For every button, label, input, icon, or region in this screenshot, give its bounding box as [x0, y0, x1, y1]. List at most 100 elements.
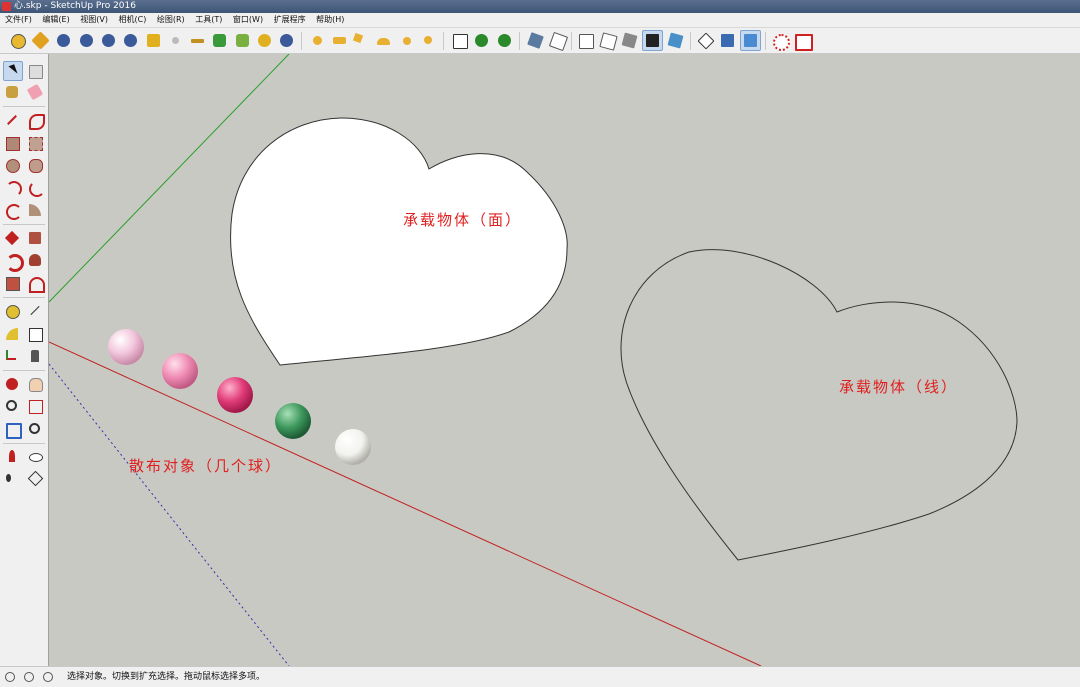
- toolbar-separator: [690, 32, 691, 50]
- axes-icon[interactable]: [3, 347, 21, 365]
- menu-window[interactable]: 窗口(W): [230, 13, 266, 27]
- toolbar-separator: [3, 443, 45, 444]
- extension-br-icon[interactable]: [99, 31, 118, 50]
- cube-outline-icon[interactable]: [576, 31, 595, 50]
- pie-icon[interactable]: [26, 201, 44, 219]
- orbit-icon[interactable]: [3, 375, 21, 393]
- look-around-icon[interactable]: [26, 447, 44, 465]
- geo-location-icon[interactable]: [5, 672, 15, 682]
- sphere-white[interactable]: [335, 429, 371, 465]
- paint-bucket-icon[interactable]: [3, 83, 21, 101]
- polygon-icon[interactable]: [26, 156, 44, 174]
- dimension-icon[interactable]: [26, 302, 44, 320]
- walk-icon[interactable]: [3, 469, 21, 487]
- push-pull-icon[interactable]: [26, 229, 44, 247]
- paint-icon[interactable]: [31, 31, 50, 50]
- line-tool-icon[interactable]: [3, 111, 21, 129]
- tape-measure-icon[interactable]: [3, 302, 21, 320]
- tree-icon[interactable]: [210, 31, 229, 50]
- freehand-icon[interactable]: [26, 111, 45, 130]
- tag-icon[interactable]: [144, 31, 163, 50]
- toolbar-separator: [3, 224, 45, 225]
- make-component-icon[interactable]: [26, 62, 44, 80]
- sphere-light-pink[interactable]: [108, 329, 144, 365]
- zoom-window-icon[interactable]: [26, 397, 44, 415]
- sphere-magenta[interactable]: [217, 377, 253, 413]
- user-icon[interactable]: [43, 672, 53, 682]
- stack-icon[interactable]: [642, 30, 663, 51]
- rectangle-icon[interactable]: [3, 134, 21, 152]
- cube-solid-icon[interactable]: [620, 31, 639, 50]
- sphere-tool-icon[interactable]: [308, 31, 327, 50]
- extension-r-icon[interactable]: [54, 31, 73, 50]
- follow-me-icon[interactable]: [26, 251, 44, 269]
- gear-red-icon[interactable]: [770, 31, 790, 51]
- heart-face[interactable]: [230, 117, 568, 366]
- extension-rt-icon[interactable]: [77, 31, 96, 50]
- text-tool-icon[interactable]: [26, 325, 44, 343]
- sphere-pink[interactable]: [162, 353, 198, 389]
- scale-icon[interactable]: [3, 274, 21, 292]
- window-icon[interactable]: [450, 31, 469, 50]
- hat-icon[interactable]: [330, 31, 349, 50]
- select-arrow-icon[interactable]: [3, 61, 23, 81]
- dome-icon[interactable]: [374, 31, 393, 50]
- menu-extensions[interactable]: 扩展程序: [271, 13, 309, 27]
- section-plane-icon[interactable]: [26, 469, 44, 487]
- ring-icon[interactable]: [255, 31, 274, 50]
- shade-tree-icon[interactable]: [472, 31, 491, 50]
- arc-3-icon[interactable]: [3, 201, 22, 220]
- dot-icon[interactable]: [166, 31, 185, 50]
- pause-icon[interactable]: [277, 31, 296, 50]
- drawing-canvas[interactable]: 承载物体（面） 承载物体（线） 散布对象（几个球）: [49, 54, 1080, 666]
- menu-view[interactable]: 视图(V): [77, 13, 111, 27]
- cube-outline-2-icon[interactable]: [598, 31, 618, 51]
- move-icon[interactable]: [3, 229, 21, 247]
- rotated-rectangle-icon[interactable]: [26, 134, 44, 152]
- toolbar-separator: [301, 32, 302, 50]
- menu-draw[interactable]: 绘图(R): [154, 13, 188, 27]
- cube-tool-active-icon[interactable]: [740, 30, 761, 51]
- window-red-icon[interactable]: [793, 31, 813, 51]
- toolbar-separator: [3, 297, 45, 298]
- sketchup-logo-icon: [2, 2, 11, 11]
- menu-help[interactable]: 帮助(H): [313, 13, 347, 27]
- section-cross-icon[interactable]: [696, 31, 715, 50]
- previous-view-icon[interactable]: [26, 420, 44, 438]
- box-icon[interactable]: [526, 31, 545, 50]
- scatter-tool-icon[interactable]: [188, 31, 207, 50]
- zoom-icon[interactable]: [3, 397, 21, 415]
- credits-icon[interactable]: [24, 672, 34, 682]
- status-bar: 选择对象。切换到扩充选择。拖动鼠标选择多项。: [0, 666, 1080, 687]
- protractor-icon[interactable]: [3, 325, 21, 343]
- help-icon[interactable]: [121, 31, 140, 50]
- menu-edit[interactable]: 编辑(E): [39, 13, 72, 27]
- position-camera-icon[interactable]: [3, 447, 21, 465]
- menu-camera[interactable]: 相机(C): [116, 13, 150, 27]
- menu-tools[interactable]: 工具(T): [192, 13, 225, 27]
- curl-icon[interactable]: [418, 31, 437, 50]
- sphere-green[interactable]: [275, 403, 311, 439]
- cube-tool-icon[interactable]: [718, 31, 737, 50]
- offset-icon[interactable]: [26, 274, 45, 293]
- cube-blue-icon[interactable]: [666, 31, 685, 50]
- flag-icon[interactable]: [351, 31, 370, 50]
- eraser-icon[interactable]: [26, 83, 44, 101]
- plant-icon[interactable]: [233, 31, 252, 50]
- 3d-text-icon[interactable]: [26, 347, 44, 365]
- title-bar: 心.skp - SketchUp Pro 2016: [0, 0, 1080, 13]
- arc-icon[interactable]: [3, 178, 22, 197]
- sphere-small-icon[interactable]: [397, 31, 416, 50]
- arc-2-icon[interactable]: [26, 178, 45, 197]
- extension-m-icon[interactable]: [8, 31, 27, 50]
- face-label: 承载物体（面）: [403, 211, 523, 229]
- menu-file[interactable]: 文件(F): [2, 13, 35, 27]
- zoom-extents-icon[interactable]: [3, 420, 22, 439]
- rotate-icon[interactable]: [3, 251, 24, 272]
- heart-line[interactable]: [620, 249, 1018, 561]
- circle-icon[interactable]: [3, 156, 21, 174]
- shade-tree-blue-icon[interactable]: [495, 31, 514, 50]
- box-outline-icon[interactable]: [548, 31, 569, 52]
- toolbar-separator: [443, 32, 444, 50]
- pan-icon[interactable]: [26, 375, 44, 393]
